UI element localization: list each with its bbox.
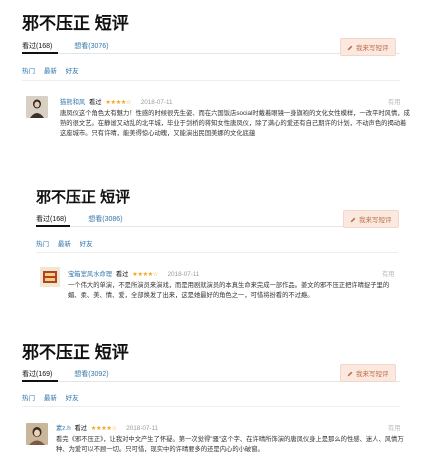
comment-date: 2018-07-11 bbox=[167, 271, 200, 278]
tab-watched[interactable]: 看过(168) bbox=[36, 214, 66, 224]
active-tab-indicator bbox=[22, 380, 58, 382]
tab-want-to-watch[interactable]: 想看(3076) bbox=[74, 41, 108, 51]
filter-latest[interactable]: 最新 bbox=[44, 68, 57, 75]
comment-status: 看过 bbox=[115, 271, 129, 278]
comment-meta: 素z.h 看过 ★★★★☆ 2018-07-11 bbox=[56, 423, 158, 432]
tab-watched[interactable]: 看过(168) bbox=[22, 41, 52, 51]
tab-want-to-watch[interactable]: 想看(3092) bbox=[74, 369, 108, 379]
filter-friends[interactable]: 好友 bbox=[80, 241, 93, 248]
comment-text: 一个伟大的单演，不是所演员来演戏，而是用剧就演员的本真生命来完成一部作品。姜文的… bbox=[68, 282, 390, 299]
write-review-label: 我来写短评 bbox=[359, 217, 392, 224]
avatar[interactable] bbox=[40, 267, 60, 287]
pencil-icon bbox=[347, 45, 353, 51]
rating-stars: ★★★★☆ bbox=[90, 425, 117, 432]
list-divider bbox=[22, 406, 400, 407]
filter-friends[interactable]: 好友 bbox=[66, 395, 79, 402]
sort-filters: 热门 最新 好友 bbox=[22, 65, 86, 75]
tab-want-to-watch[interactable]: 想看(3086) bbox=[88, 214, 122, 224]
filter-latest[interactable]: 最新 bbox=[58, 241, 71, 248]
page-title: 邪不压正 短评 bbox=[22, 343, 129, 362]
list-divider bbox=[22, 80, 400, 81]
pencil-icon bbox=[347, 371, 353, 377]
avatar[interactable] bbox=[26, 96, 48, 118]
active-tab-indicator bbox=[36, 225, 70, 227]
comment-meta: 宝箱室风水命理 看过 ★★★★☆ 2018-07-11 bbox=[68, 269, 199, 278]
write-review-button[interactable]: 我来写短评 bbox=[343, 210, 399, 228]
comment-username[interactable]: 宝箱室风水命理 bbox=[68, 271, 112, 278]
avatar[interactable] bbox=[26, 423, 48, 445]
useful-button[interactable]: 有用 bbox=[382, 269, 395, 278]
sort-filters: 热门 最新 好友 bbox=[22, 392, 86, 402]
filter-friends[interactable]: 好友 bbox=[66, 68, 79, 75]
useful-button[interactable]: 有用 bbox=[388, 423, 401, 432]
write-review-button[interactable]: 我来写短评 bbox=[340, 364, 396, 382]
sort-filters: 热门 最新 好友 bbox=[36, 238, 100, 248]
page-title: 邪不压正 短评 bbox=[22, 14, 129, 33]
filter-hot[interactable]: 热门 bbox=[22, 395, 35, 402]
comment-status: 看过 bbox=[88, 99, 102, 106]
active-tab-indicator bbox=[22, 52, 58, 54]
write-review-button[interactable]: 我来写短评 bbox=[340, 38, 396, 56]
tab-watched[interactable]: 看过(169) bbox=[22, 369, 52, 379]
write-review-label: 我来写短评 bbox=[356, 45, 389, 52]
filter-latest[interactable]: 最新 bbox=[44, 395, 57, 402]
filter-hot[interactable]: 热门 bbox=[36, 241, 49, 248]
comment-username[interactable]: 素z.h bbox=[56, 425, 71, 432]
comment-text: 看完《邪不压正》，让我对中文产生了怀疑。第一次觉得"骚"这个字、在许晴所饰演的唐… bbox=[56, 436, 404, 453]
rating-stars: ★★★★☆ bbox=[105, 99, 132, 106]
useful-button[interactable]: 有用 bbox=[388, 97, 401, 106]
pencil-icon bbox=[350, 217, 356, 223]
comment-meta: 猫熊和风 看过 ★★★★☆ 2018-07-11 bbox=[60, 97, 173, 106]
page-title: 邪不压正 短评 bbox=[36, 189, 131, 206]
comment-date: 2018-07-11 bbox=[140, 99, 173, 106]
comment-date: 2018-07-11 bbox=[126, 425, 159, 432]
comment-status: 看过 bbox=[74, 425, 88, 432]
write-review-label: 我来写短评 bbox=[356, 371, 389, 378]
comment-username[interactable]: 猫熊和风 bbox=[60, 99, 85, 106]
rating-stars: ★★★★☆ bbox=[132, 271, 158, 278]
list-divider bbox=[36, 252, 398, 253]
comments-panel-1: 邪不压正 短评 看过(168) 想看(3076) 我来写短评 热门 最新 好友 … bbox=[0, 0, 426, 160]
filter-hot[interactable]: 热门 bbox=[22, 68, 35, 75]
comment-text: 唐凤仪这个角色太有魅力！性感的时候很先生姿、而在六国饭店social时戴着眼镜一… bbox=[60, 110, 410, 137]
comments-panel-2: 邪不压正 短评 看过(168) 想看(3086) 我来写短评 热门 最新 好友 … bbox=[28, 178, 406, 306]
comments-panel-3: 邪不压正 短评 看过(169) 想看(3092) 我来写短评 热门 最新 好友 … bbox=[0, 330, 426, 459]
